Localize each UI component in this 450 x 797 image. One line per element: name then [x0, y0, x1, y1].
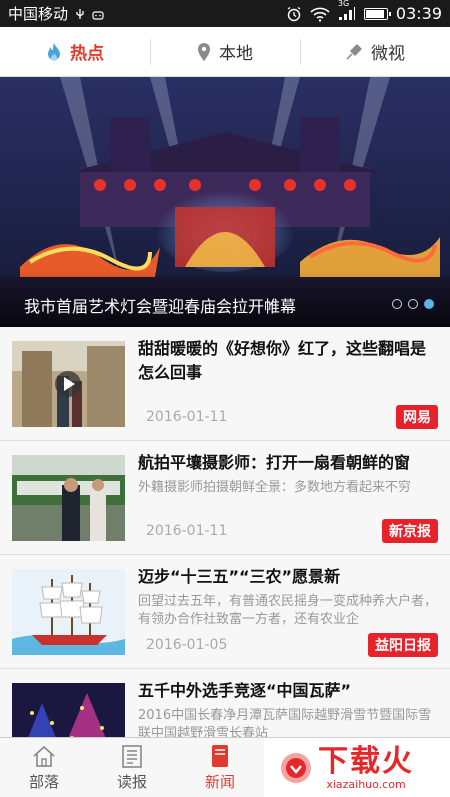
news-summary: 外籍摄影师拍摄朝鲜全景：多数地方看起来不穷: [138, 480, 412, 495]
category-tabs: 热点 本地 微视: [0, 27, 450, 77]
nav-tribe[interactable]: 部落: [0, 738, 88, 797]
bottom-navigation: 部落 读报 新闻 下载火 xiazaihuo.com: [0, 737, 450, 797]
nav-label: 读报: [116, 773, 147, 791]
tab-video[interactable]: 微视: [300, 27, 450, 76]
tab-label: 热点: [70, 44, 104, 64]
nav-label: 部落: [28, 773, 59, 791]
news-icon: [212, 745, 228, 767]
carrier-name: 中国移动: [8, 5, 69, 23]
news-thumbnail: [12, 569, 125, 655]
headline-banner[interactable]: 我市首届艺术灯会暨迎春庙会拉开帷幕: [0, 77, 450, 327]
news-title: 航拍平壤摄影师：打开一扇看朝鲜的窗: [138, 453, 411, 472]
news-list: 甜甜暖暖的《好想你》红了，这些翻唱是怎么回事 2016-01-11 网易 航拍平…: [0, 327, 450, 737]
video-icon: [346, 43, 362, 60]
battery-icon: [363, 7, 391, 20]
carousel-dot[interactable]: [408, 299, 418, 309]
carousel-dot[interactable]: [392, 299, 402, 309]
news-item[interactable]: 迈步“十三五”“三农”愿景新 回望过去五年，有普通农民摇身一变成种养大户者，有领…: [0, 555, 450, 669]
home-icon: [33, 745, 55, 767]
flame-icon: [48, 42, 60, 61]
news-date: 2016-01-11: [146, 523, 228, 539]
banner-title: 我市首届艺术灯会暨迎春庙会拉开帷幕: [24, 297, 297, 316]
tab-local[interactable]: 本地: [150, 27, 300, 76]
news-title: 甜甜暖暖的《好想你》红了，这些翻唱是怎么回事: [138, 339, 427, 382]
banner-caption: 我市首届艺术灯会暨迎春庙会拉开帷幕: [0, 271, 450, 327]
usb-icon: [76, 8, 84, 19]
tab-label: 本地: [219, 44, 253, 64]
news-thumbnail: [12, 683, 125, 737]
news-date: 2016-01-11: [146, 409, 228, 425]
watermark-logo: 下载火 xiazaihuo.com: [264, 738, 450, 797]
news-source-badge: 新京报: [382, 519, 438, 543]
tab-hot[interactable]: 热点: [0, 27, 150, 76]
news-item[interactable]: 甜甜暖暖的《好想你》红了，这些翻唱是怎么回事 2016-01-11 网易: [0, 327, 450, 441]
news-date: 2016-01-05: [146, 637, 228, 653]
watermark-title: 下载火: [318, 743, 414, 779]
watermark-url: xiazaihuo.com: [326, 777, 406, 791]
news-title: 五千中外选手竞逐“中国瓦萨”: [138, 681, 352, 700]
nav-read-paper[interactable]: 读报: [88, 738, 176, 797]
news-summary: 回望过去五年，有普通农民摇身一变成种养大户者，有领办合作社致富一方者，还有农业企: [138, 594, 438, 627]
tab-label: 微视: [371, 44, 405, 64]
carousel-indicator: [392, 299, 434, 309]
news-item[interactable]: 航拍平壤摄影师：打开一扇看朝鲜的窗 外籍摄影师拍摄朝鲜全景：多数地方看起来不穷 …: [0, 441, 450, 555]
newspaper-icon: [122, 745, 142, 768]
alarm-icon: [287, 6, 301, 21]
news-source-badge: 益阳日报: [368, 633, 438, 657]
clock: 03:39: [395, 4, 442, 23]
news-item[interactable]: 五千中外选手竞逐“中国瓦萨” 2016中国长春净月潭瓦萨国际越野滑雪节暨国际雪联…: [0, 669, 450, 737]
cell-signal-icon: 3G: [338, 0, 356, 21]
news-title: 迈步“十三五”“三农”愿景新: [138, 567, 341, 586]
carousel-dot-active[interactable]: [424, 299, 434, 309]
network-type-badge: 3G: [337, 0, 350, 8]
news-thumbnail: [12, 455, 125, 541]
wifi-icon: [310, 7, 330, 22]
news-thumbnail: [12, 341, 125, 427]
location-pin-icon: [198, 42, 210, 61]
news-source-badge: 网易: [396, 405, 438, 429]
news-summary: 2016中国长春净月潭瓦萨国际越野滑雪节暨国际雪联中国越野滑雪长春站: [138, 708, 432, 737]
nav-label: 新闻: [204, 773, 235, 791]
status-bar: 中国移动 3G 03:39: [0, 0, 450, 27]
android-debug-icon: [92, 10, 104, 20]
flame-logo-icon: [281, 753, 311, 783]
nav-news[interactable]: 新闻: [176, 738, 264, 797]
